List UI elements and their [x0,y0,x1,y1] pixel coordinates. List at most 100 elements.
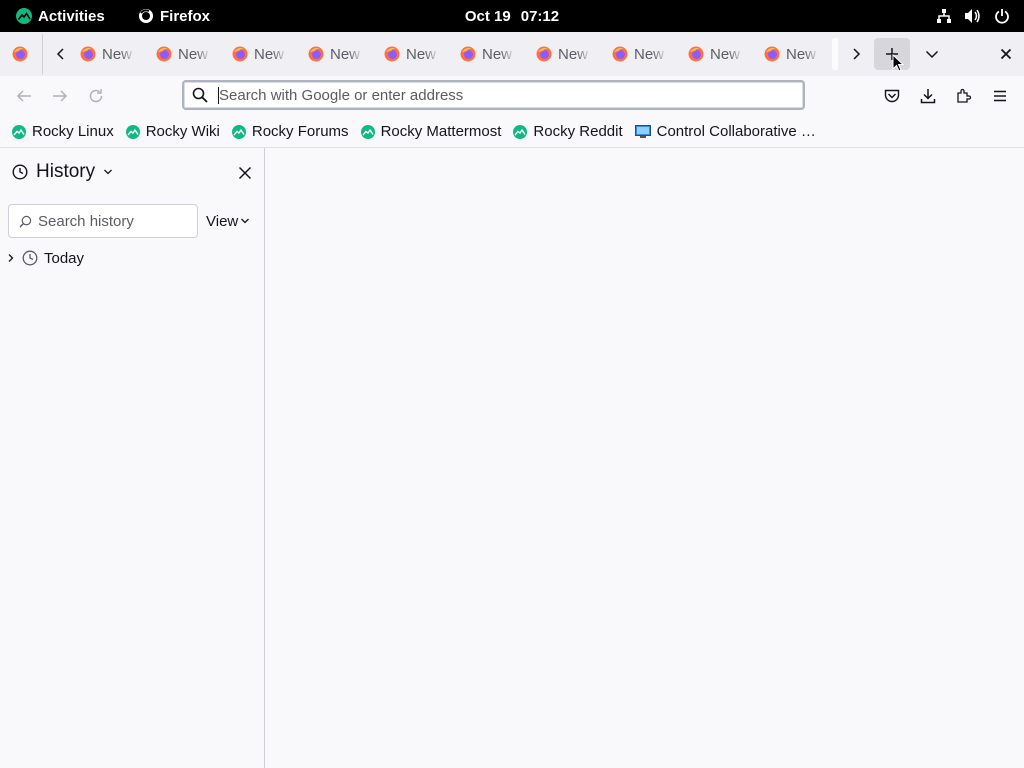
firefox-icon [612,46,628,62]
bookmarks-toolbar: Rocky Linux Rocky Wiki Rocky Forums Rock… [0,116,1024,148]
sidebar-switcher[interactable]: History [12,160,113,184]
arrow-left-icon [16,88,32,104]
tab-label: New Tab [482,45,516,63]
close-icon [1000,48,1012,60]
network-icon [936,8,952,24]
bookmark-item[interactable]: Rocky Mattermost [360,123,502,140]
activities-label: Activities [38,7,105,25]
download-icon [920,88,936,104]
tab[interactable]: New Tab [608,32,684,76]
history-group-today[interactable]: Today [6,246,84,270]
bookmark-label: Rocky Forums [251,123,349,140]
tab-label: New Tab [710,45,744,63]
tabstrip-divider [42,34,43,74]
app-menu-button[interactable] [984,80,1016,112]
reload-button[interactable] [80,80,112,112]
firefox-icon [536,46,552,62]
firefox-view-button[interactable] [4,38,36,70]
clock-date: Oct 19 [464,7,511,25]
downloads-button[interactable] [912,80,944,112]
app-name-label: Firefox [160,7,211,25]
extensions-button[interactable] [948,80,980,112]
history-sidebar: History View Today [0,148,264,768]
tab-label: New Tab [178,45,212,63]
view-menu-button[interactable]: View [206,208,250,234]
arrow-right-icon [52,88,68,104]
bookmark-label: Rocky Wiki [145,123,220,140]
rocky-icon [360,124,375,139]
rocky-icon [231,124,246,139]
monitor-icon [634,124,651,139]
firefox-icon [80,46,96,62]
pocket-icon [884,88,900,104]
pocket-button[interactable] [876,80,908,112]
tab-list: New Tab New Tab New Tab New Tab New Tab … [76,32,832,76]
firefox-icon [764,46,780,62]
rocky-logo-icon [16,8,32,24]
firefox-icon [156,46,172,62]
rocky-icon [125,124,140,139]
active-tab-edge [832,38,838,70]
rocky-icon [12,124,26,139]
bookmark-label: Control Collaborative … [656,123,816,140]
system-top-bar: Activities Firefox Oct 19 07:12 [0,0,1024,32]
mouse-cursor-icon [892,54,904,72]
back-button[interactable] [8,80,40,112]
tab-label: New Tab [634,45,668,63]
volume-icon [964,8,982,24]
tab[interactable]: New Tab [532,32,608,76]
tab[interactable]: New Tab [684,32,760,76]
sidebar-title: History [36,161,96,182]
system-tray[interactable] [936,0,1010,32]
chevron-right-icon [850,48,862,60]
firefox-icon [308,46,324,62]
bookmark-item[interactable]: Rocky Wiki [125,123,220,140]
tab[interactable]: New Tab [76,32,152,76]
bookmark-label: Rocky Mattermost [380,123,502,140]
page-content[interactable] [270,148,1024,768]
tab[interactable]: New Tab [304,32,380,76]
tab[interactable]: New Tab [228,32,304,76]
chevron-down-icon [103,167,113,177]
tab-strip: New Tab New Tab New Tab New Tab New Tab … [0,32,1024,76]
tab-label: New Tab [406,45,440,63]
reload-icon [88,88,104,104]
scroll-tabs-right-button[interactable] [842,38,870,70]
scroll-tabs-left-button[interactable] [47,38,75,70]
address-input[interactable] [219,86,779,104]
history-search-input[interactable] [38,212,188,230]
view-label: View [206,212,239,230]
hamburger-menu-icon [992,88,1008,104]
tab[interactable]: New Tab [152,32,228,76]
chevron-right-icon[interactable] [6,253,16,263]
tab[interactable]: New Tab [760,32,832,76]
bookmark-item[interactable]: Control Collaborative … [634,123,816,140]
tab-label: New Tab [330,45,364,63]
firefox-icon [232,46,248,62]
tab[interactable]: New Tab [456,32,532,76]
chevron-down-icon [925,47,939,61]
firefox-icon [688,46,704,62]
chevron-down-icon [240,216,250,226]
list-all-tabs-button[interactable] [918,38,946,70]
history-search-field[interactable] [8,204,198,238]
tab-label: New Tab [102,45,136,63]
bookmark-item[interactable]: Rocky Forums [231,123,349,140]
bookmark-item[interactable]: Rocky Reddit [513,123,623,140]
search-icon [19,215,32,228]
clock-icon [22,250,38,266]
address-bar[interactable] [182,80,805,110]
firefox-app-icon [138,8,154,24]
bookmark-item[interactable]: Rocky Linux [12,123,114,140]
close-window-button[interactable] [992,38,1020,70]
search-icon [192,87,208,103]
bookmark-label: Rocky Reddit [533,123,623,140]
tab[interactable]: New Tab [380,32,456,76]
navigation-toolbar [0,76,1024,116]
forward-button[interactable] [44,80,76,112]
activities-button[interactable]: Activities [16,0,105,32]
close-sidebar-button[interactable] [232,160,258,186]
app-menu[interactable]: Firefox [138,0,210,32]
firefox-icon [384,46,400,62]
power-icon [994,8,1010,24]
